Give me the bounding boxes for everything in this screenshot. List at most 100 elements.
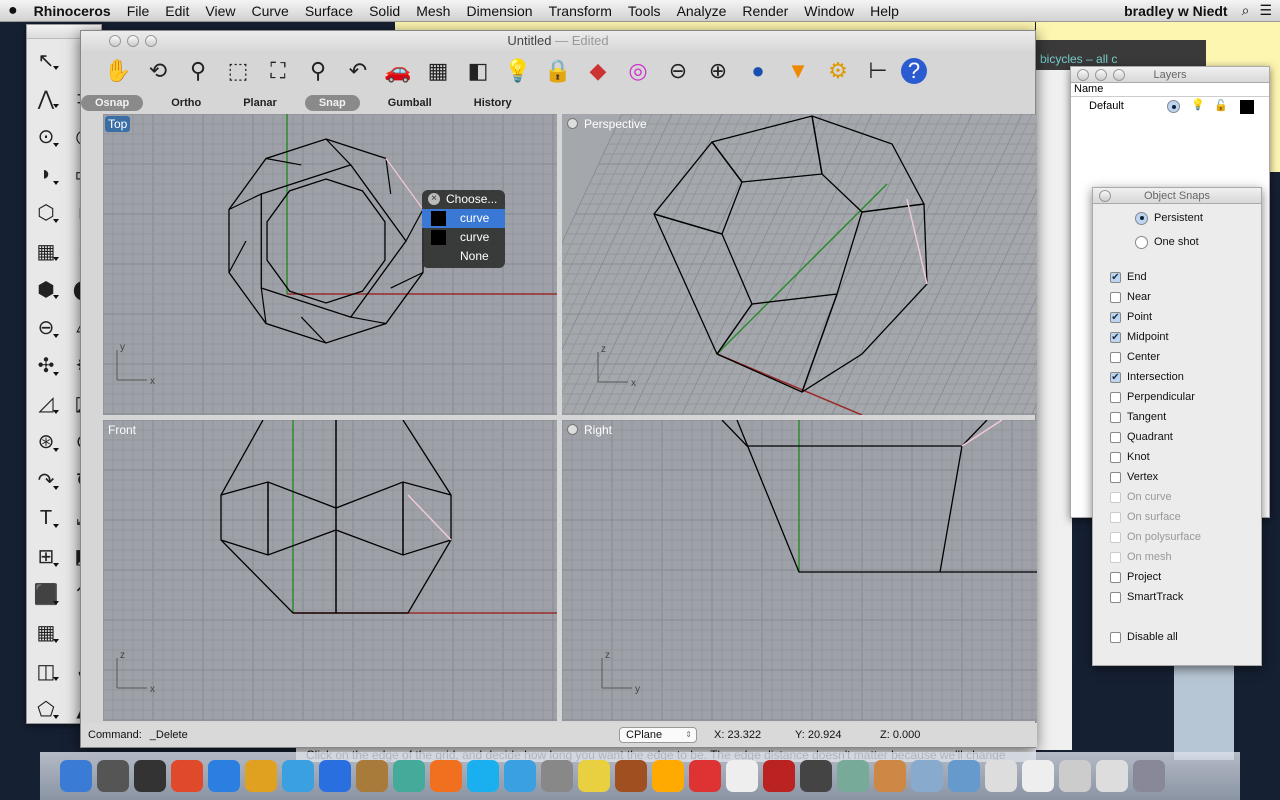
toggle-planar[interactable]: Planar xyxy=(229,95,291,111)
snap-midpoint[interactable]: ✔ Midpoint xyxy=(1110,329,1169,345)
sphere-grid-icon[interactable]: ⊕ xyxy=(701,54,735,88)
checkbox[interactable]: ✔ xyxy=(1110,331,1121,343)
viewport-menu-icon[interactable] xyxy=(567,424,578,435)
snap-quadrant[interactable]: Quadrant xyxy=(1110,429,1173,445)
dock-app-icon[interactable] xyxy=(356,760,388,792)
blue-sphere-icon[interactable]: ● xyxy=(741,54,775,88)
dock-app-icon[interactable] xyxy=(615,760,647,792)
palette-tool-icon[interactable]: ⊛ xyxy=(27,423,65,461)
command-input[interactable]: _Delete xyxy=(150,729,188,741)
close-button[interactable] xyxy=(109,35,121,47)
dock-app-icon[interactable] xyxy=(1133,760,1165,792)
layers-titlebar[interactable]: Layers xyxy=(1071,67,1269,83)
help-icon[interactable]: ? xyxy=(901,58,927,84)
checkbox[interactable]: ✔ xyxy=(1110,371,1121,383)
dock-app-icon[interactable] xyxy=(208,760,240,792)
current-layer-icon[interactable] xyxy=(1167,100,1180,113)
layer-color-swatch[interactable] xyxy=(1240,100,1254,114)
toggle-osnap[interactable]: Osnap xyxy=(81,95,144,111)
zoom-button[interactable] xyxy=(1113,69,1125,81)
grid-icon[interactable]: ▦ xyxy=(421,54,455,88)
dock-app-icon[interactable] xyxy=(171,760,203,792)
menu-window[interactable]: Window xyxy=(796,3,862,19)
dock-app-icon[interactable] xyxy=(726,760,758,792)
zoom-icon[interactable]: ⚲ xyxy=(181,54,215,88)
snap-smarttrack[interactable]: SmartTrack xyxy=(1110,589,1183,605)
dock-app-icon[interactable] xyxy=(393,760,425,792)
close-button[interactable] xyxy=(1077,69,1089,81)
palette-tool-icon[interactable]: ⬛ xyxy=(27,576,65,614)
dock-app-icon[interactable] xyxy=(837,760,869,792)
palette-tool-icon[interactable]: ⬠ xyxy=(27,690,65,728)
dock-app-icon[interactable] xyxy=(319,760,351,792)
minimize-button[interactable] xyxy=(1095,69,1107,81)
lightbulb-icon[interactable]: 💡 xyxy=(1191,98,1205,111)
close-button[interactable] xyxy=(1099,190,1111,202)
palette-tool-icon[interactable]: ✣ xyxy=(27,347,65,385)
checkbox[interactable] xyxy=(1110,491,1121,503)
checkbox[interactable] xyxy=(1110,511,1121,523)
snap-point[interactable]: ✔ Point xyxy=(1110,309,1152,325)
zoom-window-icon[interactable]: ⬚ xyxy=(221,54,255,88)
dock-app-icon[interactable] xyxy=(689,760,721,792)
zoom-button[interactable] xyxy=(145,35,157,47)
notification-list-icon[interactable]: ☰ xyxy=(1259,2,1280,19)
mode-one-shot[interactable]: One shot xyxy=(1135,234,1199,250)
popup-item-curve[interactable]: curve xyxy=(422,209,505,228)
gear-icon[interactable]: ⚙ xyxy=(821,54,855,88)
palette-tool-icon[interactable]: ↖ xyxy=(27,41,65,79)
palette-tool-icon[interactable]: ◗ xyxy=(27,156,65,194)
dock-app-icon[interactable] xyxy=(504,760,536,792)
checkbox[interactable] xyxy=(1110,551,1121,563)
dock-app-icon[interactable] xyxy=(282,760,314,792)
viewport-right[interactable]: yz Right xyxy=(562,420,1037,721)
dock-app-icon[interactable] xyxy=(60,760,92,792)
close-icon[interactable]: × xyxy=(428,193,440,205)
dock-app-icon[interactable] xyxy=(245,760,277,792)
palette-tool-icon[interactable]: ⊙ xyxy=(27,117,65,155)
checkbox[interactable]: ✔ xyxy=(1110,311,1121,323)
menu-edit[interactable]: Edit xyxy=(157,3,197,19)
palette-tool-icon[interactable]: ◫ xyxy=(27,652,65,690)
snap-tangent[interactable]: Tangent xyxy=(1110,409,1166,425)
checkbox[interactable] xyxy=(1110,571,1121,583)
edge[interactable] xyxy=(939,445,963,573)
zoom-extents-icon[interactable]: ⛶ xyxy=(261,54,295,88)
checkbox[interactable] xyxy=(1110,431,1121,443)
checkbox[interactable] xyxy=(1110,531,1121,543)
undo-view-icon[interactable]: ↶ xyxy=(341,54,375,88)
lock-icon[interactable]: 🔓 xyxy=(1214,99,1228,112)
dock-app-icon[interactable] xyxy=(800,760,832,792)
palette-tool-icon[interactable]: ⬡ xyxy=(27,194,65,232)
popup-item-none[interactable]: None xyxy=(422,247,505,266)
rotate-view-icon[interactable]: ⟲ xyxy=(141,54,175,88)
snap-center[interactable]: Center xyxy=(1110,349,1160,365)
dock-app-icon[interactable] xyxy=(541,760,573,792)
lightbulb-icon[interactable]: 💡 xyxy=(501,54,535,88)
checkbox[interactable] xyxy=(1110,351,1121,363)
lock-icon[interactable]: 🔒 xyxy=(541,54,575,88)
material-icon[interactable]: ◆ xyxy=(581,54,615,88)
title-bar[interactable]: Untitled — Edited xyxy=(81,31,1035,51)
menu-tools[interactable]: Tools xyxy=(620,3,669,19)
viewport-front[interactable]: x z Front xyxy=(103,420,557,721)
menu-render[interactable]: Render xyxy=(734,3,796,19)
menu-help[interactable]: Help xyxy=(862,3,907,19)
snap-end[interactable]: ✔ End xyxy=(1110,269,1147,285)
user-name[interactable]: bradley w Niedt xyxy=(1124,3,1241,19)
snap-intersection[interactable]: ✔ Intersection xyxy=(1110,369,1184,385)
column-header-name[interactable]: Name xyxy=(1071,83,1269,97)
checkbox[interactable] xyxy=(1110,471,1121,483)
layer-row[interactable]: Default 💡 🔓 xyxy=(1071,97,1269,115)
color-wheel-icon[interactable]: ◎ xyxy=(621,54,655,88)
snap-disable-all[interactable]: Disable all xyxy=(1110,629,1178,645)
checkbox[interactable] xyxy=(1110,591,1121,603)
dock-app-icon[interactable] xyxy=(652,760,684,792)
menu-analyze[interactable]: Analyze xyxy=(669,3,735,19)
dock-app-icon[interactable] xyxy=(467,760,499,792)
palette-tool-icon[interactable]: T xyxy=(27,499,65,537)
radio-button[interactable] xyxy=(1135,211,1148,225)
popup-item-curve[interactable]: curve xyxy=(422,228,505,247)
palette-tool-icon[interactable]: ◿ xyxy=(27,385,65,423)
menu-curve[interactable]: Curve xyxy=(243,3,296,19)
